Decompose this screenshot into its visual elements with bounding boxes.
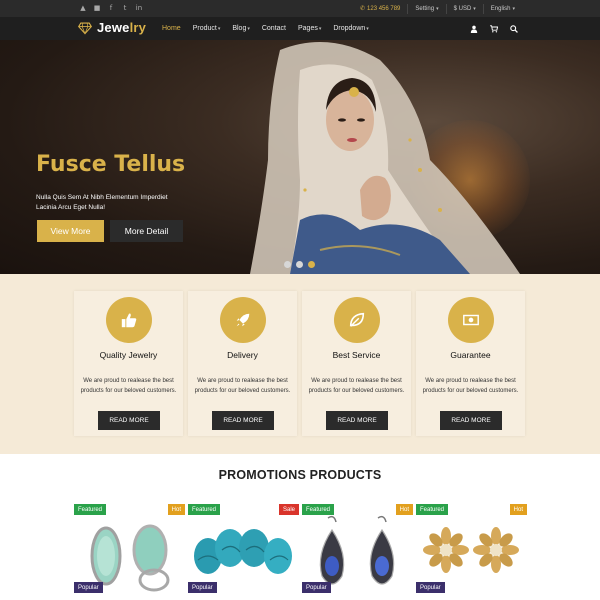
feature-title: Delivery — [227, 350, 258, 360]
phone-contact[interactable]: ✆ 123 456 789 — [353, 4, 407, 14]
nav-blog[interactable]: Blog ▾ — [232, 25, 250, 32]
feature-text: We are proud to realease the best produc… — [308, 378, 405, 394]
language-dropdown[interactable]: English ▾ — [482, 3, 522, 14]
search-icon[interactable] — [510, 24, 518, 33]
chevron-down-icon: ▾ — [473, 5, 476, 12]
brand-logo[interactable]: Jewelry — [78, 20, 146, 35]
feature-icon-circle — [220, 297, 266, 343]
promotions-title: PROMOTIONS PRODUCTS — [218, 468, 382, 482]
read-more-button[interactable]: READ MORE — [440, 411, 502, 430]
nav-contact[interactable]: Contact — [262, 25, 286, 32]
popular-badge: Popular — [302, 582, 331, 593]
nav-home[interactable]: Home — [162, 25, 181, 32]
twitter-icon[interactable]: t — [120, 3, 130, 13]
feature-title: Best Service — [332, 350, 381, 360]
chevron-down-icon: ▾ — [247, 25, 250, 32]
chevron-down-icon: ▾ — [217, 25, 221, 32]
thumbs-up-icon — [121, 313, 137, 328]
nav-home-label: Home — [162, 25, 181, 32]
top-bar: ▲ ■ f t in ✆ 123 456 789 Setting ▾ $ USD… — [0, 0, 600, 17]
featured-badge: Featured — [302, 504, 335, 515]
read-more-button[interactable]: READ MORE — [98, 411, 160, 430]
hot-badge: Hot — [167, 504, 185, 515]
user-icon[interactable] — [470, 25, 478, 33]
feature-card-guarantee: Guarantee We are proud to realease the b… — [416, 291, 525, 436]
slider-dot-3[interactable] — [308, 261, 315, 268]
nav-dropdown[interactable]: Dropdown ▾ — [333, 25, 368, 32]
main-navbar: Jewelry Home Product ▾ Blog ▾ Contact Page… — [0, 17, 600, 40]
featured-badge: Featured — [416, 504, 449, 515]
nav-pages[interactable]: Pages ▾ — [298, 25, 321, 32]
social-icon-1[interactable]: ▲ — [78, 3, 88, 13]
popular-badge: Popular — [188, 582, 217, 593]
rocket-icon — [236, 313, 250, 327]
nav-product[interactable]: Product ▾ — [193, 25, 221, 32]
nav-dropdown-label: Dropdown — [333, 25, 366, 32]
more-detail-button[interactable]: More Detail — [110, 220, 183, 242]
slider-dot-1[interactable] — [284, 261, 291, 268]
featured-badge: Featured — [188, 504, 221, 515]
slider-dots — [284, 261, 315, 268]
facebook-icon[interactable]: f — [106, 3, 116, 13]
featured-badge: Featured — [74, 504, 107, 515]
chevron-down-icon: ▾ — [512, 5, 515, 12]
product-card[interactable]: Featured Hot Popular — [302, 504, 413, 600]
brand-name-prefix: Jewe — [97, 20, 130, 35]
leaf-icon — [349, 312, 365, 327]
feature-icon-circle — [448, 297, 494, 343]
product-card[interactable]: Featured Sale Popular — [188, 504, 299, 600]
nav-product-label: Product — [192, 25, 217, 32]
popular-badge: Popular — [416, 582, 445, 593]
phone-number: 123 456 789 — [367, 5, 401, 12]
currency-label: $ USD — [453, 5, 472, 12]
nav-contact-label: Contact — [261, 25, 286, 32]
setting-dropdown[interactable]: Setting ▾ — [407, 3, 445, 14]
product-card[interactable]: Featured Hot Popular — [74, 504, 185, 600]
hot-badge: Hot — [395, 504, 413, 515]
nav-pages-label: Pages — [297, 25, 318, 32]
feature-title: Quality Jewelry — [99, 350, 158, 360]
popular-badge: Popular — [74, 582, 103, 593]
language-label: English — [490, 5, 511, 12]
feature-card-quality: Quality Jewelry We are proud to realease… — [74, 291, 183, 436]
top-bar-right: ✆ 123 456 789 Setting ▾ $ USD ▾ English … — [353, 0, 522, 17]
read-more-button[interactable]: READ MORE — [212, 411, 274, 430]
chevron-down-icon: ▾ — [366, 25, 369, 32]
sale-badge: Sale — [278, 504, 299, 515]
feature-card-delivery: Delivery We are proud to realease the be… — [188, 291, 297, 436]
product-card[interactable]: Featured Hot Popular — [416, 504, 527, 600]
feature-title: Guarantee — [450, 350, 491, 360]
cart-icon[interactable] — [490, 24, 498, 33]
hot-badge: Hot — [509, 504, 527, 515]
nav-blog-label: Blog — [232, 25, 247, 32]
brand-name: Jewelry — [97, 20, 146, 35]
feature-card-service: Best Service We are proud to realease th… — [302, 291, 411, 436]
social-icon-2[interactable]: ■ — [92, 3, 102, 13]
nav-icons — [470, 17, 518, 40]
feature-text: We are proud to realease the best produc… — [194, 378, 291, 394]
setting-label: Setting — [415, 5, 435, 12]
main-menu: Home Product ▾ Blog ▾ Contact Pages ▾ Dropd… — [162, 17, 369, 40]
phone-icon: ✆ — [360, 6, 366, 12]
chevron-down-icon: ▾ — [318, 25, 322, 32]
feature-text: We are proud to realease the best produc… — [422, 378, 519, 394]
chevron-down-icon: ▾ — [436, 5, 439, 12]
view-more-button[interactable]: View More — [37, 220, 104, 242]
hero-subtitle: Nulla Quis Sem At Nibh Elementum Imperdi… — [36, 194, 168, 211]
brand-name-suffix: lry — [129, 20, 147, 35]
features-section: Quality Jewelry We are proud to realease… — [0, 274, 600, 454]
linkedin-icon[interactable]: in — [134, 3, 144, 13]
hero-slider: Fusce Tellus Nulla Quis Sem At Nibh Elem… — [0, 40, 600, 274]
diamond-icon — [78, 22, 92, 35]
read-more-button[interactable]: READ MORE — [326, 411, 388, 430]
social-links: ▲ ■ f t in — [78, 3, 144, 13]
feature-icon-circle — [106, 297, 152, 343]
hero-title: Fusce Tellus — [36, 152, 186, 177]
currency-dropdown[interactable]: $ USD ▾ — [445, 3, 483, 14]
money-icon — [463, 314, 479, 326]
feature-icon-circle — [334, 297, 380, 343]
feature-text: We are proud to realease the best produc… — [80, 378, 177, 394]
slider-dot-2[interactable] — [296, 261, 303, 268]
